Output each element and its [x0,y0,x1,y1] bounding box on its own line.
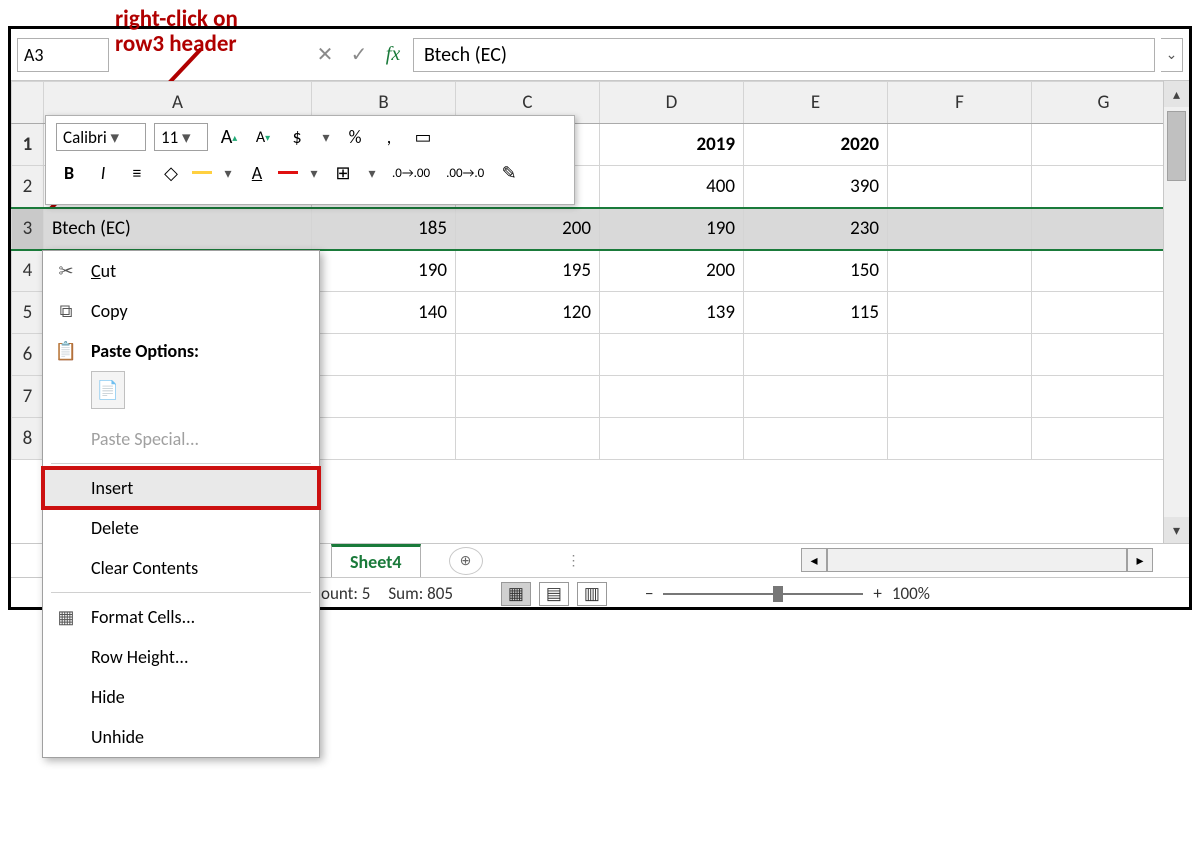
cell[interactable]: 140 [312,292,456,334]
brush-icon[interactable]: ✎ [496,158,522,188]
zoom-value: 100% [892,583,930,604]
cell[interactable]: 400 [600,166,744,208]
scroll-up-icon[interactable]: ▴ [1164,81,1189,107]
font-selector[interactable]: Calibri▾ [56,123,146,151]
separator [51,592,311,593]
zoom-out-icon[interactable]: − [645,583,653,604]
format-cells-icon: ▦ [55,606,77,628]
cell[interactable]: 2020 [744,124,888,166]
zoom-control[interactable]: − + 100% [645,583,930,604]
paste-icon: 📋 [55,340,77,362]
view-normal-icon[interactable]: ▦ [501,582,531,606]
ctx-clear-contents[interactable]: Clear Contents [43,548,319,588]
ctx-copy[interactable]: ⧉ Copy [43,291,319,331]
cell[interactable]: 115 [744,292,888,334]
comma-icon[interactable]: , [376,122,402,152]
ctx-format-cells[interactable]: ▦ Format Cells... [43,597,319,637]
add-sheet-button[interactable]: ⊕ [449,547,483,575]
increase-decimal-icon[interactable]: .0→.00 [388,158,434,188]
cut-icon: ✂ [55,260,77,282]
currency-icon[interactable]: $ [284,122,310,152]
cell[interactable]: 200 [456,208,600,250]
cell[interactable]: 195 [456,250,600,292]
col-hdr-G[interactable]: G [1032,82,1164,124]
confirm-icon[interactable]: ✓ [345,41,373,69]
ctx-paste-options: 📋 Paste Options: [43,331,319,371]
select-all[interactable] [12,82,44,124]
row-hdr-7[interactable]: 7 [12,376,44,418]
cell[interactable]: 390 [744,166,888,208]
fx-icon[interactable]: fx [379,41,407,69]
cell[interactable]: 185 [312,208,456,250]
annotation-label: right-click on row3 header [115,7,238,58]
horizontal-scrollbar[interactable]: ◂ ▸ [801,548,1153,572]
mini-toolbar: Calibri▾ 11▾ A▴ A▾ $▾ % , ▭ B I ≡ ◇▾ A▾ … [45,115,575,205]
view-page-break-icon[interactable]: ▥ [577,582,607,606]
shrink-font-icon[interactable]: A▾ [250,122,276,152]
cell[interactable]: Btech (EC) [44,208,312,250]
col-hdr-D[interactable]: D [600,82,744,124]
font-size-selector[interactable]: 11▾ [154,123,208,151]
formula-input[interactable]: Btech (EC) [413,38,1155,72]
zoom-in-icon[interactable]: + [873,583,881,604]
fill-color-icon[interactable]: ◇ [158,158,184,188]
ctx-hide[interactable]: Hide [43,677,319,717]
vertical-scrollbar[interactable]: ▴ ▾ [1163,81,1189,543]
bold-button[interactable]: B [56,158,82,188]
cell[interactable]: 139 [600,292,744,334]
zoom-slider-handle[interactable] [773,586,783,602]
ctx-paste-default[interactable]: 📄 [43,371,319,419]
row-hdr-8[interactable]: 8 [12,418,44,460]
cell[interactable]: 150 [744,250,888,292]
grow-font-icon[interactable]: A▴ [216,122,242,152]
ctx-unhide[interactable]: Unhide [43,717,319,757]
ctx-paste-special: Paste Special... [43,419,319,459]
percent-icon[interactable]: % [342,122,368,152]
cell[interactable]: 200 [600,250,744,292]
tab-sheet4[interactable]: Sheet4 [331,544,421,577]
scroll-right-icon[interactable]: ▸ [1127,548,1153,572]
ctx-insert[interactable]: Insert [43,468,319,508]
copy-icon: ⧉ [55,300,77,322]
col-hdr-E[interactable]: E [744,82,888,124]
row-hdr-1[interactable]: 1 [12,124,44,166]
name-box[interactable]: A3 [17,38,109,72]
font-color-icon[interactable]: A [244,158,270,188]
cell[interactable]: 190 [600,208,744,250]
row-hdr-4[interactable]: 4 [12,250,44,292]
status-sum: Sum: 805 [388,583,453,604]
ctx-cut[interactable]: ✂ Cut [43,251,319,291]
borders-icon[interactable]: ⊞ [330,158,356,188]
scroll-left-icon[interactable]: ◂ [801,548,827,572]
decrease-decimal-icon[interactable]: .00→.0 [442,158,488,188]
view-page-layout-icon[interactable]: ▤ [539,582,569,606]
format-painter-icon[interactable]: ▭ [410,122,436,152]
cell[interactable]: 230 [744,208,888,250]
italic-button[interactable]: I [90,158,116,188]
status-count: ount: 5 [321,583,370,604]
formula-expand-icon[interactable]: ⌄ [1161,38,1183,72]
ctx-row-height[interactable]: Row Height... [43,637,319,677]
row-hdr-6[interactable]: 6 [12,334,44,376]
paste-clipboard-icon[interactable]: 📄 [91,371,125,409]
row-hdr-3[interactable]: 3 [12,208,44,250]
cell[interactable]: 2019 [600,124,744,166]
align-icon[interactable]: ≡ [124,158,150,188]
context-menu: ✂ Cut ⧉ Copy 📋 Paste Options: 📄 Paste Sp… [42,250,320,758]
scroll-down-icon[interactable]: ▾ [1164,517,1189,543]
cancel-icon[interactable]: ✕ [311,41,339,69]
cell[interactable]: 190 [312,250,456,292]
separator [51,463,311,464]
ctx-delete[interactable]: Delete [43,508,319,548]
row-hdr-2[interactable]: 2 [12,166,44,208]
row-hdr-5[interactable]: 5 [12,292,44,334]
scroll-thumb[interactable] [1167,111,1186,181]
cell[interactable]: 120 [456,292,600,334]
col-hdr-F[interactable]: F [888,82,1032,124]
